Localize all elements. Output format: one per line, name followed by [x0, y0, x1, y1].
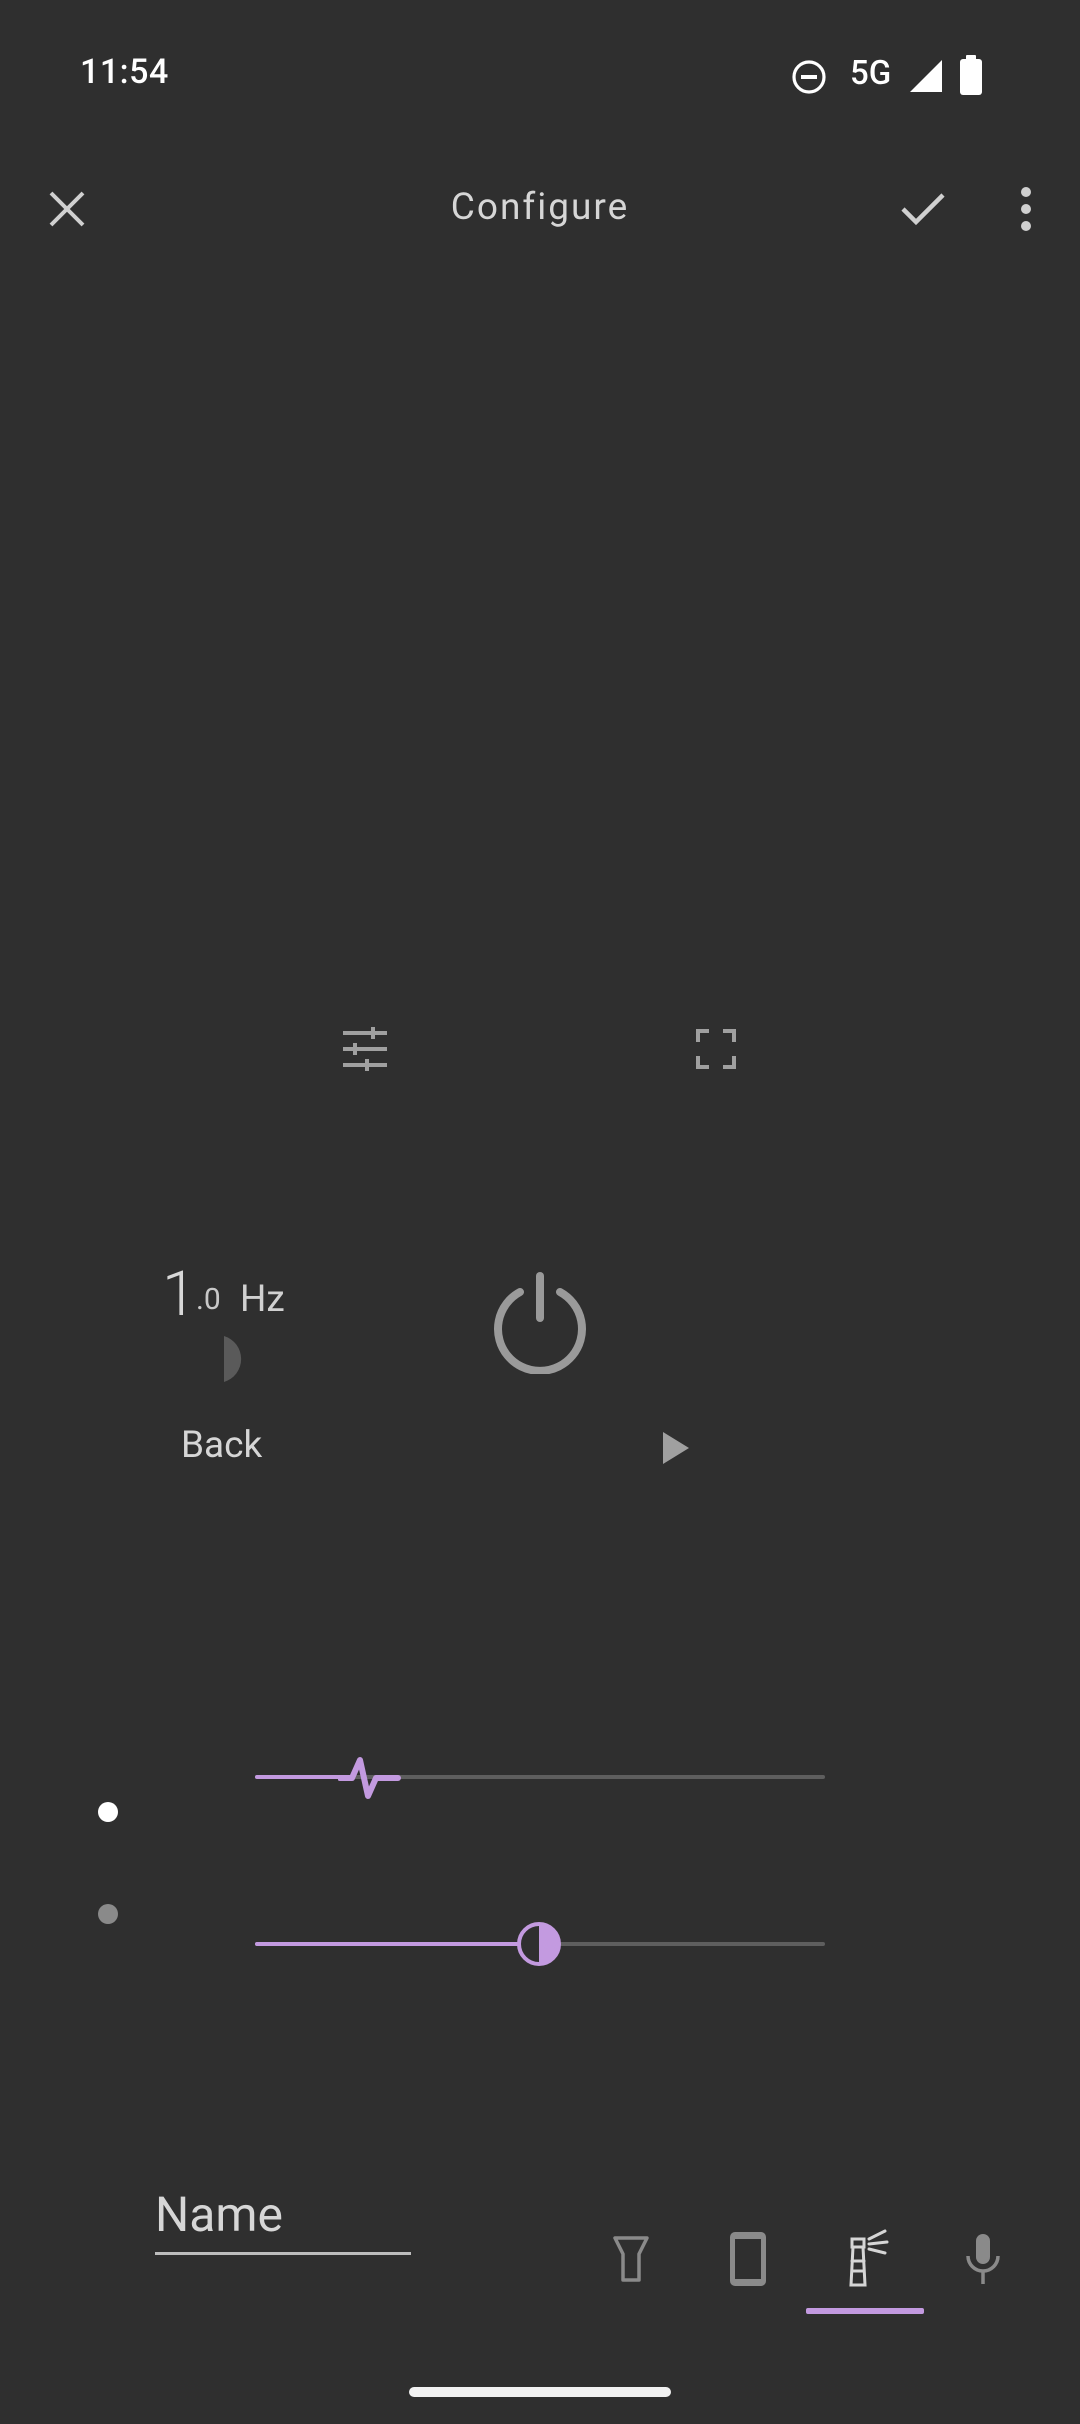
- beacon-tab[interactable]: [834, 2222, 898, 2292]
- fullscreen-icon: [696, 1029, 736, 1069]
- fullscreen-button[interactable]: [685, 1018, 747, 1080]
- frequency-unit: Hz: [240, 1278, 285, 1321]
- microphone-icon: [966, 2234, 1000, 2284]
- slider-indicator-active: [98, 1802, 118, 1822]
- frequency-fraction: .0: [196, 1282, 221, 1317]
- battery-icon: [960, 55, 982, 95]
- screen-tab[interactable]: [717, 2226, 779, 2292]
- play-button[interactable]: [652, 1424, 700, 1472]
- network-label: 5G: [850, 54, 892, 93]
- confirm-button[interactable]: [890, 176, 956, 242]
- selected-tab-indicator: [806, 2308, 924, 2314]
- brightness-slider-thumb[interactable]: [516, 1921, 562, 1967]
- lighthouse-icon: [849, 2229, 889, 2287]
- tune-icon: [343, 1027, 387, 1071]
- waveform-slider-fill: [255, 1775, 345, 1779]
- signal-icon: [910, 60, 942, 92]
- power-button[interactable]: [480, 1262, 600, 1382]
- slider-indicator-inactive: [98, 1904, 118, 1924]
- status-icons: 5G: [680, 0, 1080, 150]
- power-icon: [494, 1272, 586, 1374]
- more-options-button[interactable]: [1000, 176, 1052, 242]
- waveform-slider-thumb[interactable]: [338, 1752, 402, 1804]
- brightness-slider-fill: [255, 1942, 540, 1946]
- frequency-whole: 1: [162, 1258, 197, 1331]
- check-icon: [901, 193, 945, 226]
- name-label: Name: [155, 2186, 283, 2243]
- status-time: 11:54: [80, 52, 169, 92]
- back-label[interactable]: Back: [181, 1424, 262, 1467]
- flashlight-tab[interactable]: [600, 2228, 662, 2290]
- microphone-tab[interactable]: [952, 2226, 1014, 2292]
- flashlight-icon: [613, 2236, 649, 2282]
- do-not-disturb-icon: [792, 60, 826, 94]
- half-circle-icon: [224, 1336, 242, 1382]
- more-vert-icon: [1021, 187, 1031, 231]
- phone-screen-icon: [730, 2232, 766, 2286]
- home-indicator[interactable]: [409, 2387, 671, 2397]
- play-icon: [663, 1432, 689, 1464]
- tune-button[interactable]: [334, 1018, 396, 1080]
